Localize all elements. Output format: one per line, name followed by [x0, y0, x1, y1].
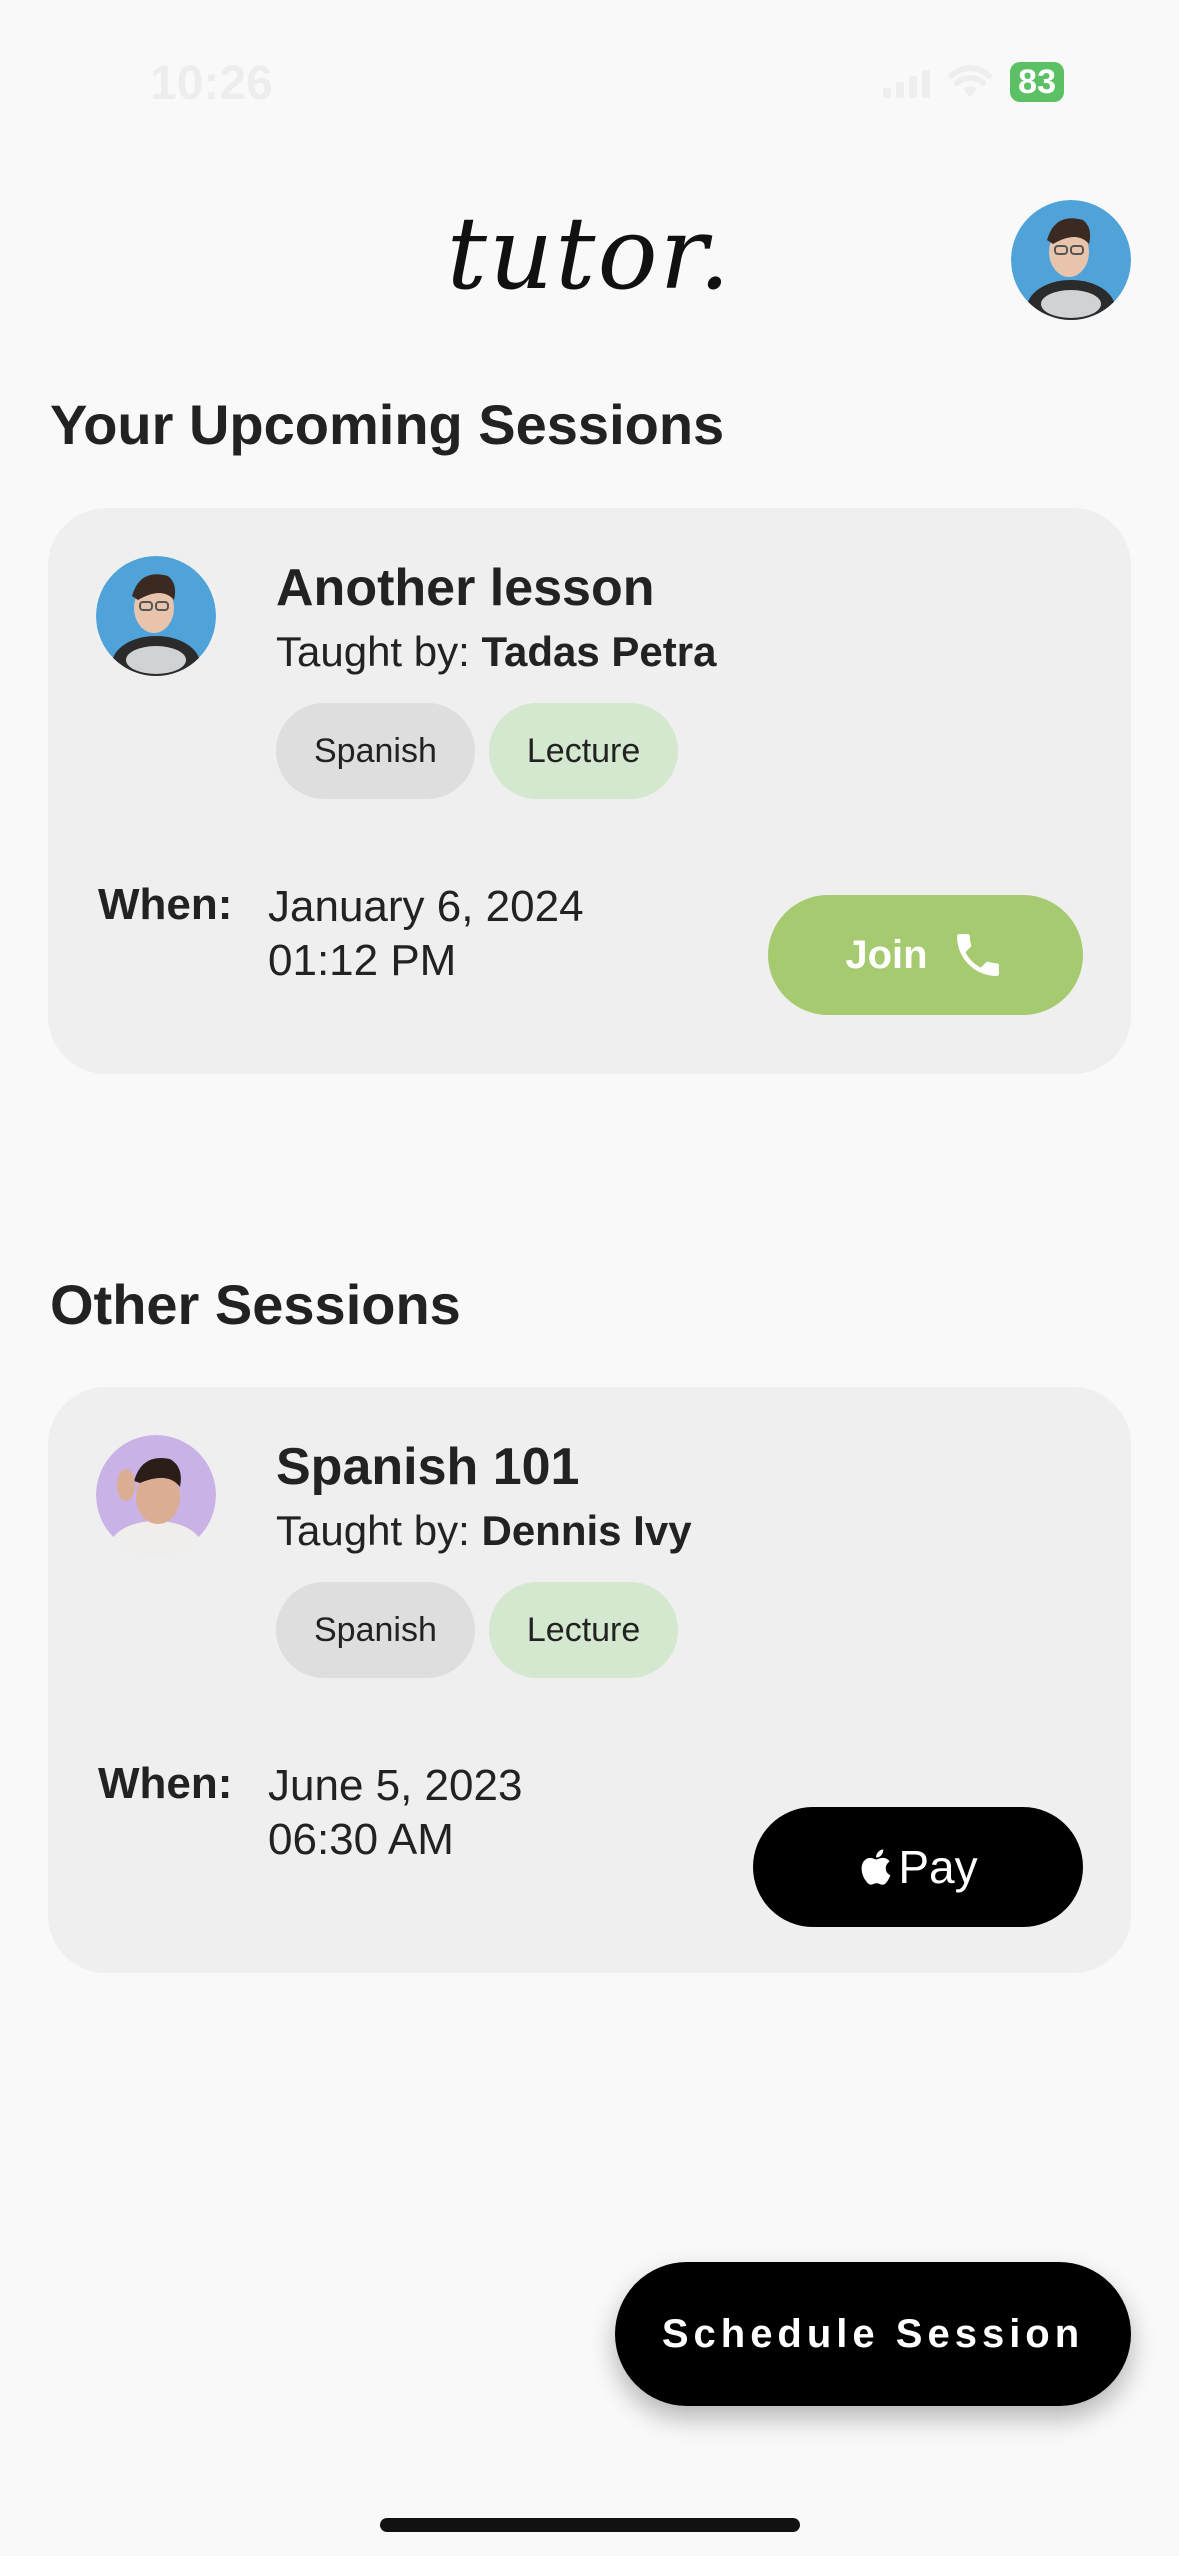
- tag-language: Spanish: [276, 1582, 475, 1678]
- cellular-signal-icon: [883, 66, 931, 98]
- battery-indicator: 83: [1010, 62, 1064, 102]
- status-time: 10:26: [150, 57, 273, 110]
- tutor-name: Tadas Petra: [481, 628, 717, 675]
- join-button[interactable]: Join: [768, 895, 1083, 1015]
- upcoming-sessions-title: Your Upcoming Sessions: [50, 393, 725, 456]
- schedule-session-button[interactable]: Schedule Session: [615, 2262, 1131, 2406]
- taught-by: Taught by: Dennis Ivy: [276, 1507, 692, 1555]
- session-time: 06:30 AM: [268, 1815, 454, 1864]
- tutor-avatar: [96, 556, 216, 676]
- session-time: 01:12 PM: [268, 936, 457, 985]
- session-date: June 5, 2023: [268, 1761, 523, 1810]
- tutor-avatar: [96, 1435, 216, 1555]
- other-session-card[interactable]: Spanish 101 Taught by: Dennis Ivy Spanis…: [48, 1387, 1131, 1973]
- tag-language: Spanish: [276, 703, 475, 799]
- status-icons: 83: [883, 62, 1064, 102]
- session-tags: Spanish Lecture: [276, 1582, 679, 1678]
- session-date: January 6, 2024: [268, 882, 584, 931]
- apple-icon: [861, 1849, 891, 1885]
- session-tags: Spanish Lecture: [276, 703, 679, 799]
- taught-by-label: Taught by:: [276, 1507, 470, 1554]
- tag-type: Lecture: [488, 1582, 679, 1678]
- apple-pay-button[interactable]: Pay: [753, 1807, 1083, 1927]
- join-label: Join: [845, 932, 928, 977]
- home-indicator: [380, 2518, 800, 2532]
- when-label: When:: [98, 880, 233, 929]
- session-datetime: June 5, 2023 06:30 AM: [268, 1759, 522, 1867]
- tutor-name: Dennis Ivy: [481, 1507, 692, 1554]
- pay-label: Pay: [898, 1841, 978, 1893]
- other-sessions-title: Other Sessions: [50, 1273, 461, 1336]
- phone-icon: [956, 934, 999, 976]
- session-title: Spanish 101: [276, 1438, 580, 1496]
- profile-avatar[interactable]: [1011, 200, 1131, 320]
- tag-type: Lecture: [488, 703, 679, 799]
- session-title: Another lesson: [276, 559, 655, 617]
- upcoming-session-card[interactable]: Another lesson Taught by: Tadas Petra Sp…: [48, 508, 1131, 1074]
- taught-by: Taught by: Tadas Petra: [276, 628, 716, 676]
- session-datetime: January 6, 2024 01:12 PM: [268, 880, 584, 988]
- app-logo: tutor.: [446, 195, 733, 312]
- taught-by-label: Taught by:: [276, 628, 470, 675]
- when-label: When:: [98, 1759, 233, 1808]
- wifi-icon: [948, 65, 993, 97]
- status-bar: 10:26 83: [0, 0, 1179, 150]
